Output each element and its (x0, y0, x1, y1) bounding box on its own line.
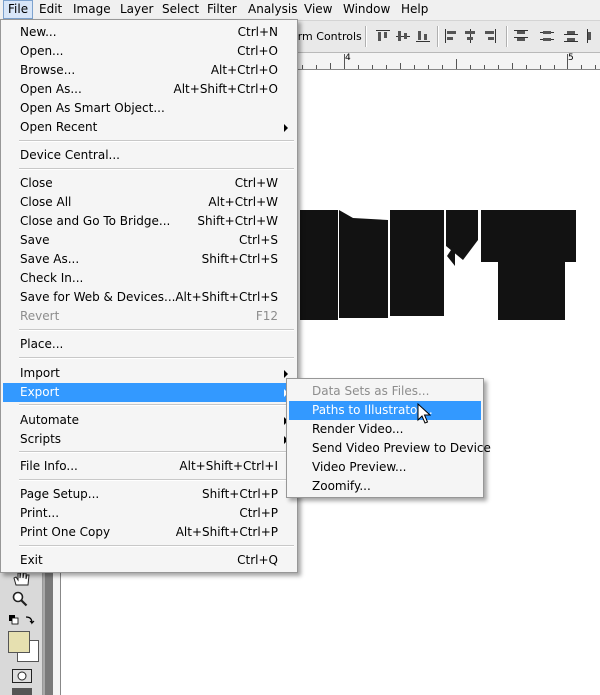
menu-item-export[interactable]: Export (3, 383, 294, 402)
screen-mode-icon[interactable] (12, 688, 32, 695)
export-submenu: Data Sets as Files... Paths to Illustrat… (286, 378, 491, 498)
menu-item-automate[interactable]: Automate (3, 411, 294, 430)
horizontal-ruler: 4 5 (297, 53, 600, 70)
menu-view[interactable]: View (300, 1, 336, 18)
foreground-color-swatch[interactable] (8, 631, 30, 653)
menu-item-paths-to-illustrator[interactable]: Paths to Illustrator... (289, 401, 481, 420)
menu-layer[interactable]: Layer (116, 1, 157, 18)
menu-item-exit[interactable]: Exit Ctrl+Q (3, 551, 294, 570)
menu-item-page-setup[interactable]: Page Setup... Shift+Ctrl+P (3, 485, 294, 504)
submenu-arrow-icon (284, 124, 288, 132)
quick-mask-icon[interactable] (12, 669, 32, 683)
menu-separator (19, 168, 294, 170)
distribute-vertical-centers-icon[interactable] (540, 29, 554, 43)
mouse-cursor-icon (417, 403, 431, 424)
menu-help[interactable]: Help (397, 1, 432, 18)
menu-item-browse[interactable]: Browse... Alt+Ctrl+O (3, 61, 294, 80)
default-colors-icon[interactable] (8, 614, 36, 630)
zoom-tool-icon[interactable] (12, 591, 28, 607)
distribute-bottom-edges-icon[interactable] (564, 29, 578, 43)
menu-separator (19, 329, 294, 331)
menu-item-zoomify[interactable]: Zoomify... (289, 477, 481, 496)
menu-file[interactable]: File (3, 0, 34, 19)
menu-separator (19, 545, 294, 547)
distribute-top-edges-icon[interactable] (514, 29, 528, 43)
menu-item-open-as[interactable]: Open As... Alt+Shift+Ctrl+O (3, 80, 294, 99)
menu-item-file-info[interactable]: File Info... Alt+Shift+Ctrl+I (3, 457, 294, 476)
menu-separator (19, 451, 294, 453)
menu-edit[interactable]: Edit (35, 1, 66, 18)
menu-item-save-for-web[interactable]: Save for Web & Devices... Alt+Shift+Ctrl+… (3, 288, 294, 307)
menu-item-new[interactable]: New... Ctrl+N (3, 23, 294, 42)
menu-item-save[interactable]: Save Ctrl+S (3, 231, 294, 250)
tools-panel (0, 570, 43, 695)
menu-image[interactable]: Image (69, 1, 115, 18)
menu-item-data-sets-as-files[interactable]: Data Sets as Files... (289, 382, 481, 401)
align-top-edges-icon[interactable] (376, 29, 390, 43)
menu-item-video-preview[interactable]: Video Preview... (289, 458, 481, 477)
menu-analysis[interactable]: Analysis (244, 1, 301, 18)
align-vertical-centers-icon[interactable] (396, 29, 410, 43)
hand-tool-icon[interactable] (12, 572, 30, 586)
ruler-number: 5 (568, 53, 574, 63)
menu-item-revert[interactable]: Revert F12 (3, 307, 294, 326)
menu-separator (19, 404, 294, 406)
menu-item-device-central[interactable]: Device Central... (3, 146, 294, 165)
menu-item-print-one-copy[interactable]: Print One Copy Alt+Shift+Ctrl+P (3, 523, 294, 542)
menubar: File Edit Image Layer Select Filter Anal… (0, 0, 600, 21)
distribute-left-edges-icon[interactable] (586, 29, 600, 43)
file-menu: New... Ctrl+N Open... Ctrl+O Browse... Alt+… (0, 19, 298, 573)
menu-separator (19, 479, 294, 481)
menu-item-save-as[interactable]: Save As... Shift+Ctrl+S (3, 250, 294, 269)
menu-item-open[interactable]: Open... Ctrl+O (3, 42, 294, 61)
menu-window[interactable]: Window (339, 1, 394, 18)
menu-select[interactable]: Select (158, 1, 203, 18)
menu-item-close[interactable]: Close Ctrl+W (3, 174, 294, 193)
align-right-edges-icon[interactable] (483, 29, 497, 43)
menu-item-send-video-preview[interactable]: Send Video Preview to Device (289, 439, 491, 458)
menu-item-open-recent[interactable]: Open Recent (3, 118, 294, 137)
options-divider (506, 26, 508, 47)
options-divider (365, 26, 367, 47)
ruler-number: 4 (345, 53, 351, 63)
menu-item-check-in[interactable]: Check In... (3, 269, 294, 288)
menu-item-close-all[interactable]: Close All Alt+Ctrl+W (3, 193, 294, 212)
menu-item-print[interactable]: Print... Ctrl+P (3, 504, 294, 523)
menu-item-render-video[interactable]: Render Video... (289, 420, 481, 439)
menu-item-scripts[interactable]: Scripts (3, 430, 294, 449)
menu-item-open-as-smart-object[interactable]: Open As Smart Object... (3, 99, 294, 118)
transform-controls-label[interactable]: orm Controls (291, 30, 362, 43)
menu-separator (19, 357, 294, 359)
menu-item-close-and-go-to-bridge[interactable]: Close and Go To Bridge... Shift+Ctrl+W (3, 212, 294, 231)
align-left-edges-icon[interactable] (444, 29, 458, 43)
menu-filter[interactable]: Filter (203, 1, 241, 18)
menu-item-place[interactable]: Place... (3, 335, 294, 354)
menu-item-import[interactable]: Import (3, 364, 294, 383)
menu-separator (19, 140, 294, 142)
options-divider (437, 26, 439, 47)
align-horizontal-centers-icon[interactable] (463, 29, 477, 43)
align-bottom-edges-icon[interactable] (416, 29, 430, 43)
submenu-arrow-icon (284, 370, 288, 378)
